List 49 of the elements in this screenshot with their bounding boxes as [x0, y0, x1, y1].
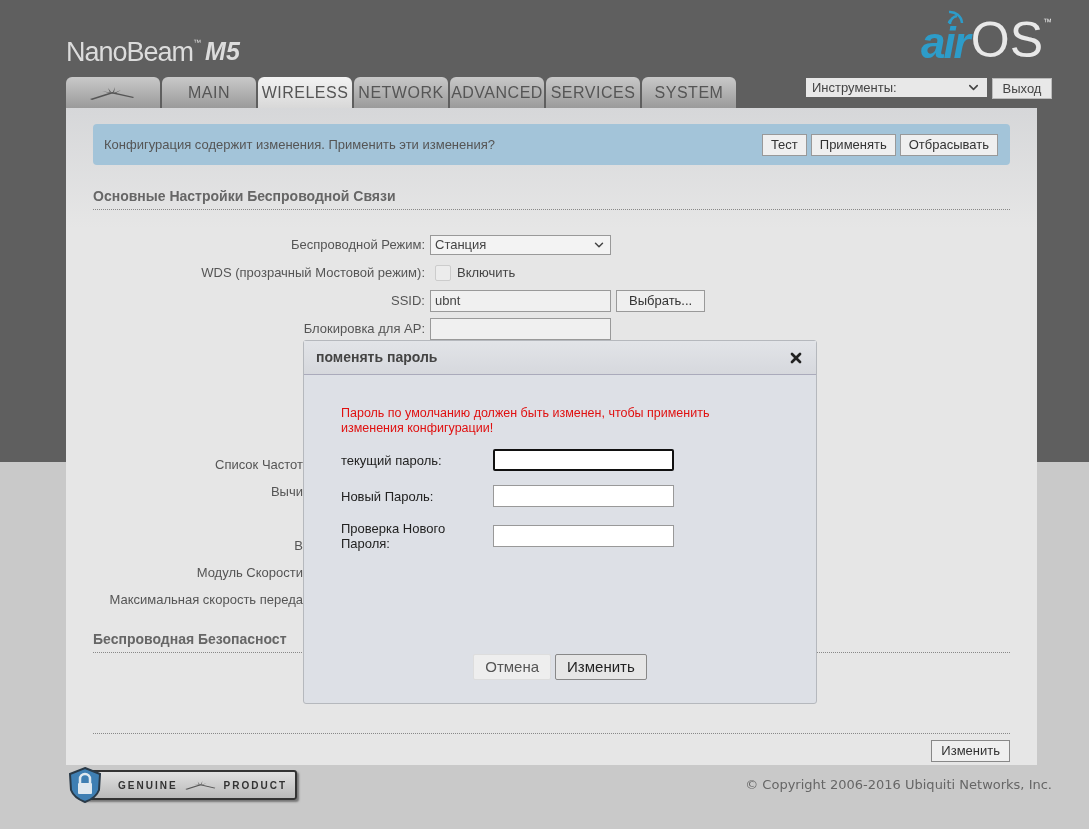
notice-action-button[interactable]: Тест	[761, 133, 807, 156]
checkbox-label: Включить	[457, 264, 516, 283]
warning-message: Пароль по умолчанию должен быть изменен, чтобы применить изменения конфигурации!	[341, 406, 711, 436]
field-label: В	[293, 536, 303, 555]
cancel-button[interactable]: Отмена	[473, 654, 552, 680]
field-label: Максимальная скорость переда	[108, 590, 303, 609]
field-label: Беспроводной Режим:	[289, 236, 426, 255]
nav-tab[interactable]: WIRELESS	[258, 77, 352, 108]
field-label: текущий пароль:	[341, 452, 443, 468]
badge-text: PRODUCT	[223, 778, 287, 793]
nav-tab[interactable]: NETWORK	[354, 77, 448, 108]
notice-message: Конфигурация содержит изменения. Применить эти изменения?	[104, 135, 495, 154]
password-field[interactable]	[493, 449, 674, 471]
choose-button[interactable]: Выбрать...	[616, 290, 706, 312]
section-title: Основные Настройки Беспроводной Связи	[93, 186, 1010, 210]
field-label: SSID:	[390, 292, 426, 311]
model-name: M5	[205, 39, 240, 64]
copyright-text: © Copyright 2006-2016 Ubiquiti Networks, Inc.	[745, 776, 1052, 795]
field-label: Новый Пароль:	[341, 488, 435, 504]
field-label: Проверка Нового Пароля:	[341, 521, 447, 551]
text-field[interactable]: ubnt	[430, 290, 611, 312]
checkbox[interactable]	[435, 265, 451, 281]
field-label: Модуль Скорости	[195, 563, 303, 582]
field-label: Список Частот	[214, 455, 303, 474]
submit-button[interactable]: Изменить	[555, 654, 647, 680]
home-tab[interactable]	[66, 77, 160, 108]
badge-text: GENUINE	[118, 778, 178, 793]
os-logo-text: OS	[970, 15, 1043, 65]
tools-select[interactable]: Инструменты:	[806, 78, 987, 97]
trademark: ™	[193, 39, 202, 47]
nav-tab[interactable]: MAIN	[162, 77, 256, 108]
logout-button[interactable]: Выход	[992, 78, 1052, 99]
trademark: ™	[1043, 16, 1052, 29]
change-button[interactable]: Изменить	[931, 740, 1010, 762]
product-name: NanoBeam	[66, 39, 194, 66]
mode-select[interactable]: Станция	[430, 235, 611, 255]
password-field[interactable]	[493, 525, 674, 547]
nav-tab[interactable]: SERVICES	[546, 77, 640, 108]
field-label: WDS (прозрачный Мостовой режим):	[200, 264, 426, 283]
notice-action-button[interactable]: Отбрасывать	[899, 133, 998, 156]
text-field[interactable]	[430, 318, 611, 340]
notice-action-button[interactable]: Применять	[810, 133, 896, 156]
field-label: Блокировка для AP:	[302, 320, 426, 339]
password-field[interactable]	[493, 485, 674, 507]
dialog-title: поменять пароль	[316, 348, 438, 367]
nav-tab[interactable]: SYSTEM	[642, 77, 736, 108]
shield-lock-icon	[66, 766, 104, 804]
nav-tab[interactable]: ADVANCED	[450, 77, 544, 108]
field-label: Вычи	[269, 482, 303, 501]
